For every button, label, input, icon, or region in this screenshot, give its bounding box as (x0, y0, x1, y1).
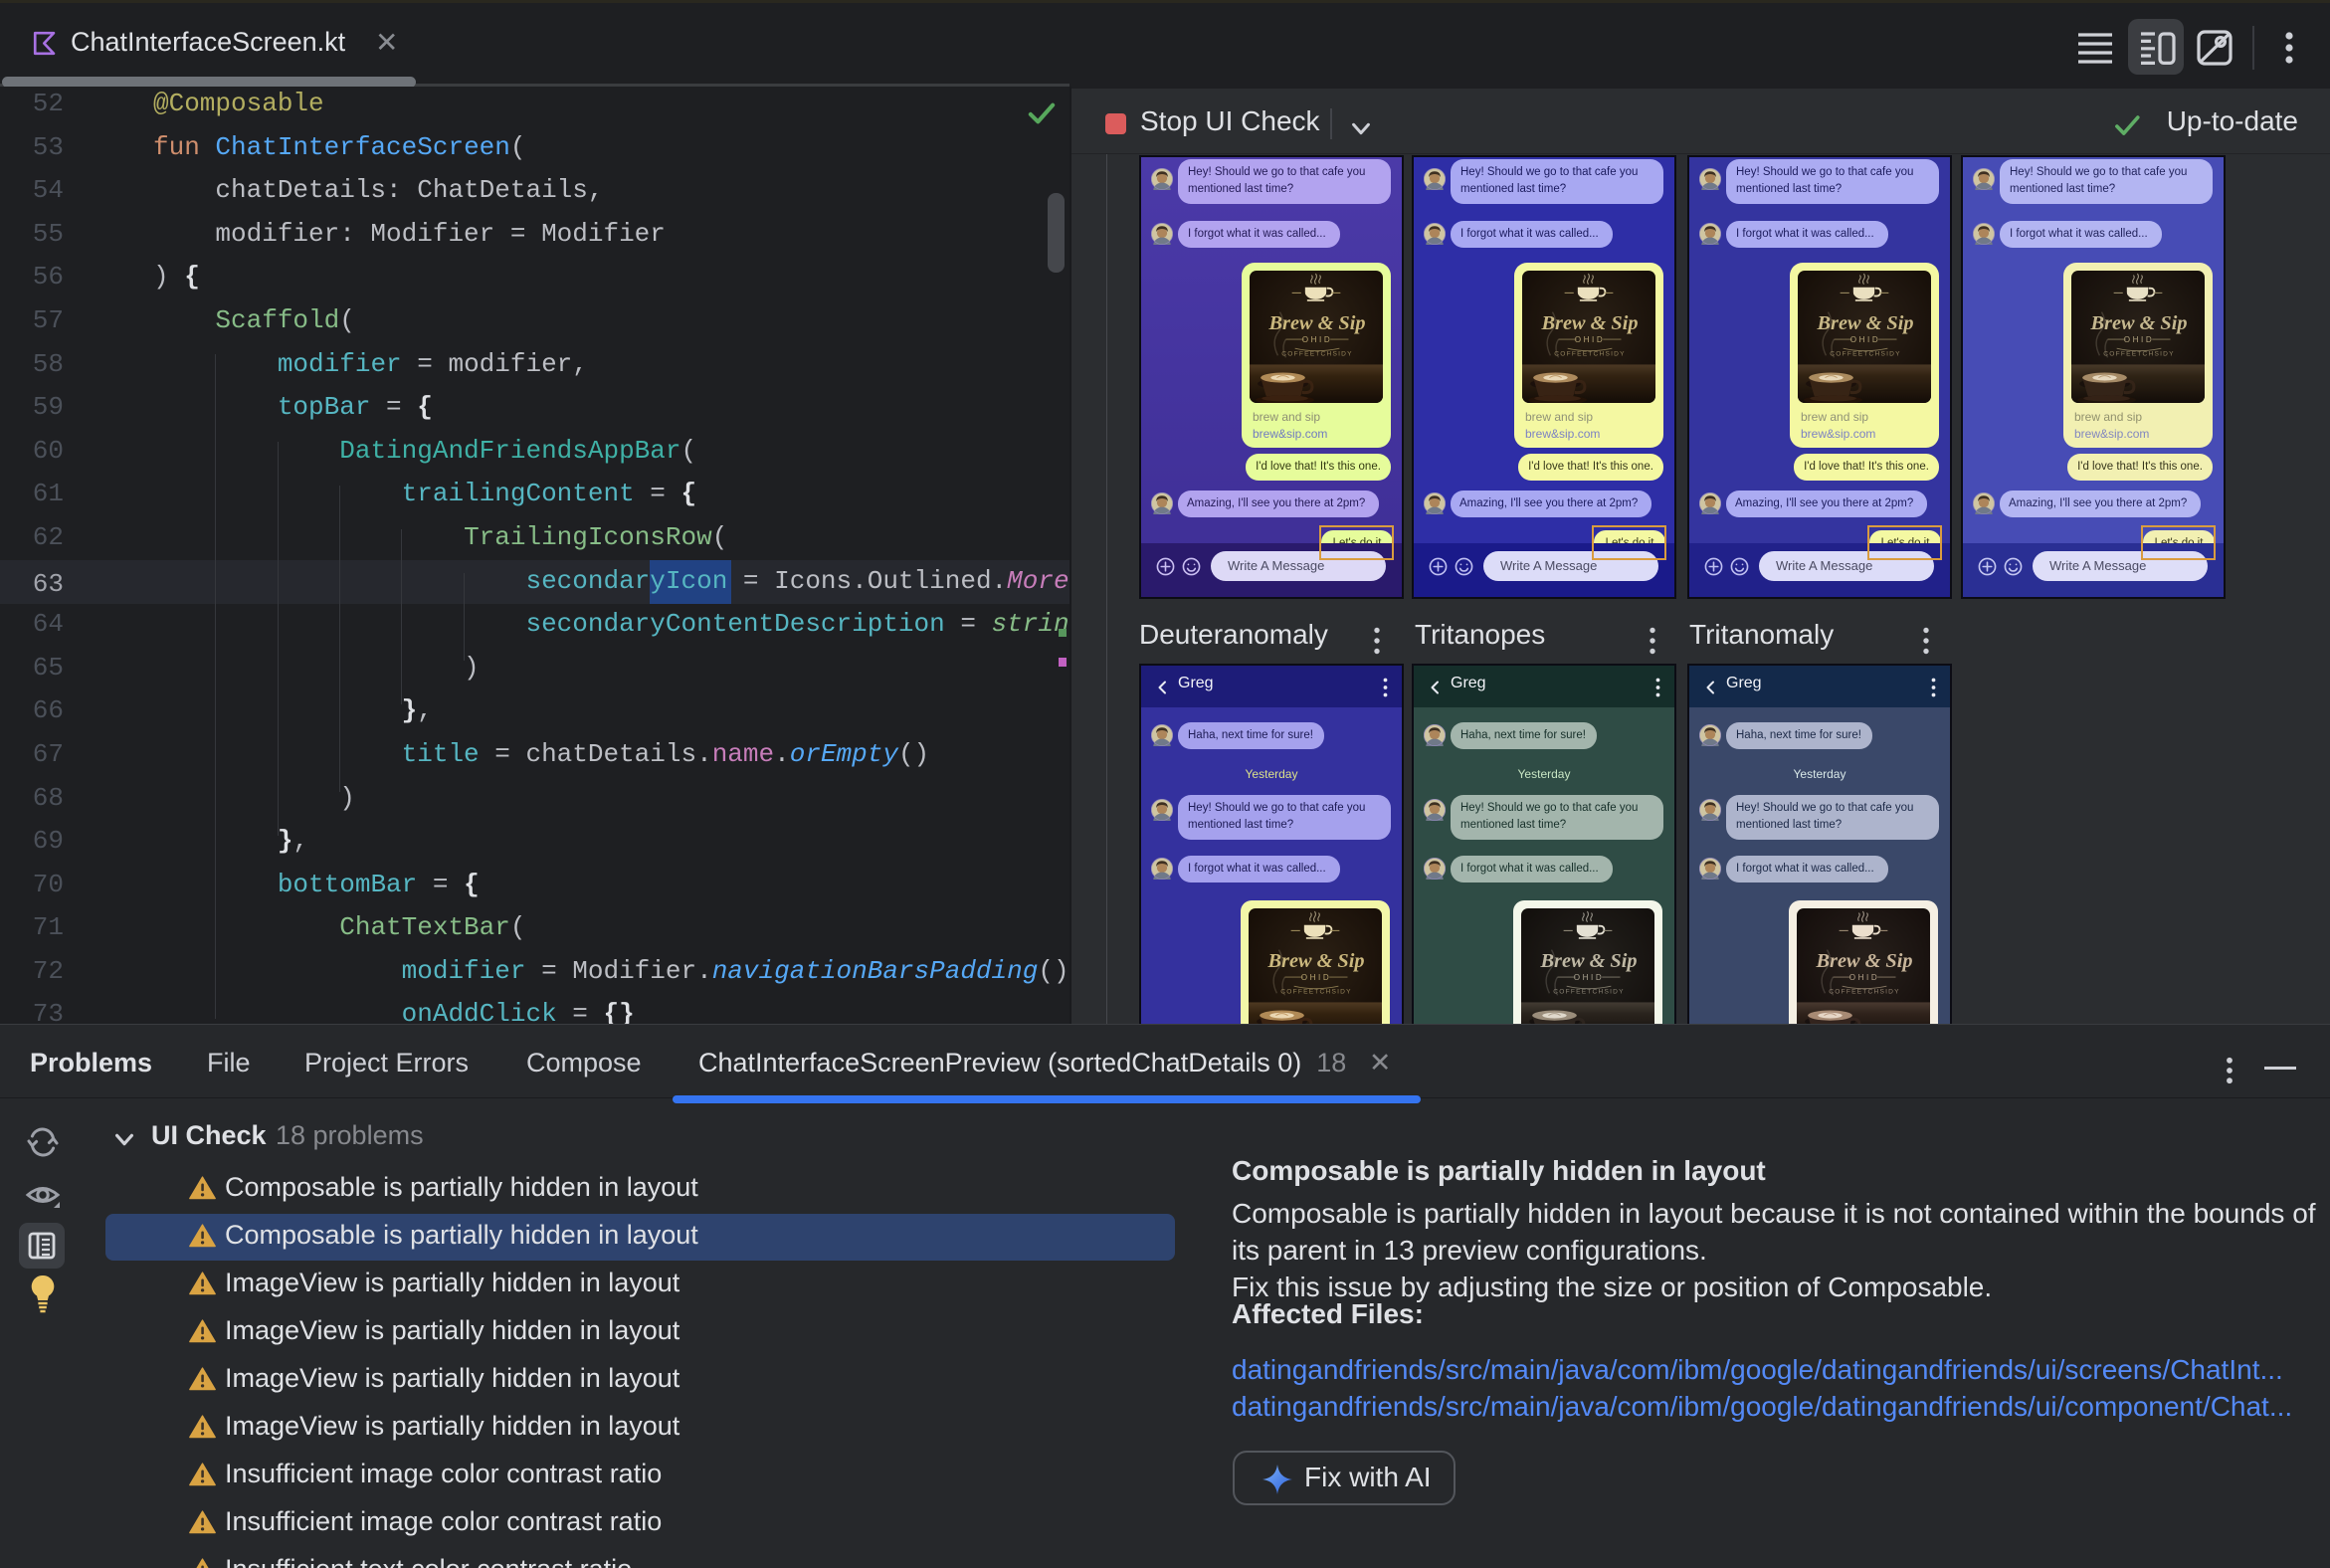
svg-text:OHID: OHID (2124, 335, 2154, 344)
svg-text:COFFEETCHSIDY: COFFEETCHSIDY (2103, 350, 2174, 357)
svg-text:OHID: OHID (1302, 335, 1332, 344)
svg-text:OHID: OHID (1301, 973, 1331, 982)
svg-text:OHID: OHID (1849, 973, 1879, 982)
svg-text:OHID: OHID (1574, 973, 1604, 982)
svg-text:OHID: OHID (1850, 335, 1880, 344)
svg-text:COFFEETCHSIDY: COFFEETCHSIDY (1554, 350, 1625, 357)
svg-text:COFFEETCHSIDY: COFFEETCHSIDY (1281, 350, 1352, 357)
svg-text:COFFEETCHSIDY: COFFEETCHSIDY (1280, 988, 1351, 995)
svg-text:OHID: OHID (1575, 335, 1605, 344)
svg-text:COFFEETCHSIDY: COFFEETCHSIDY (1829, 988, 1899, 995)
svg-text:COFFEETCHSIDY: COFFEETCHSIDY (1830, 350, 1900, 357)
svg-text:COFFEETCHSIDY: COFFEETCHSIDY (1553, 988, 1624, 995)
